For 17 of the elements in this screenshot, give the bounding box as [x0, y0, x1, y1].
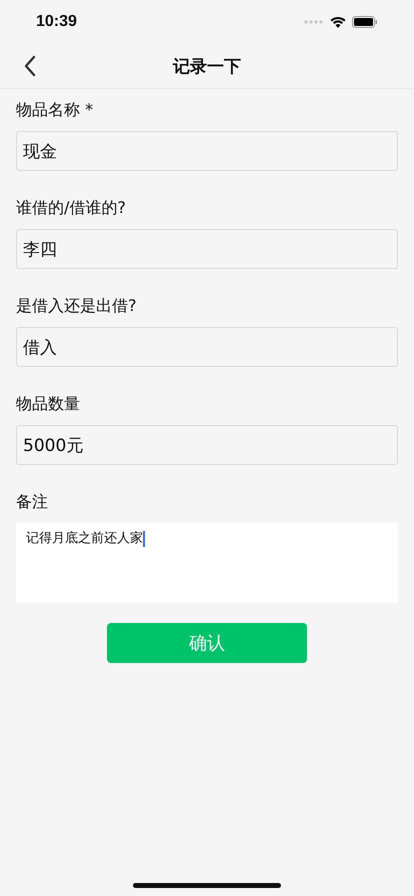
- input-field[interactable]: 李四: [16, 229, 398, 269]
- status-time: 10:39: [36, 13, 77, 31]
- note-field[interactable]: 记得月底之前还人家: [16, 523, 398, 603]
- wifi-icon: [330, 16, 346, 28]
- field-label: 谁借的/借谁的?: [16, 197, 127, 218]
- field-label: 物品名称 *: [16, 99, 94, 120]
- field-label: 是借入还是出借?: [16, 295, 138, 316]
- input-field[interactable]: 现金: [16, 131, 398, 171]
- back-icon: [24, 55, 36, 77]
- page-title: 记录一下: [173, 56, 241, 78]
- input-field[interactable]: 借入: [16, 327, 398, 367]
- battery-icon: [352, 16, 378, 28]
- field-label: 备注: [16, 491, 49, 512]
- text-caret: [143, 531, 145, 547]
- input-field[interactable]: 5000元: [16, 425, 398, 465]
- signal-icon: [304, 20, 324, 24]
- field-label: 物品数量: [16, 393, 81, 414]
